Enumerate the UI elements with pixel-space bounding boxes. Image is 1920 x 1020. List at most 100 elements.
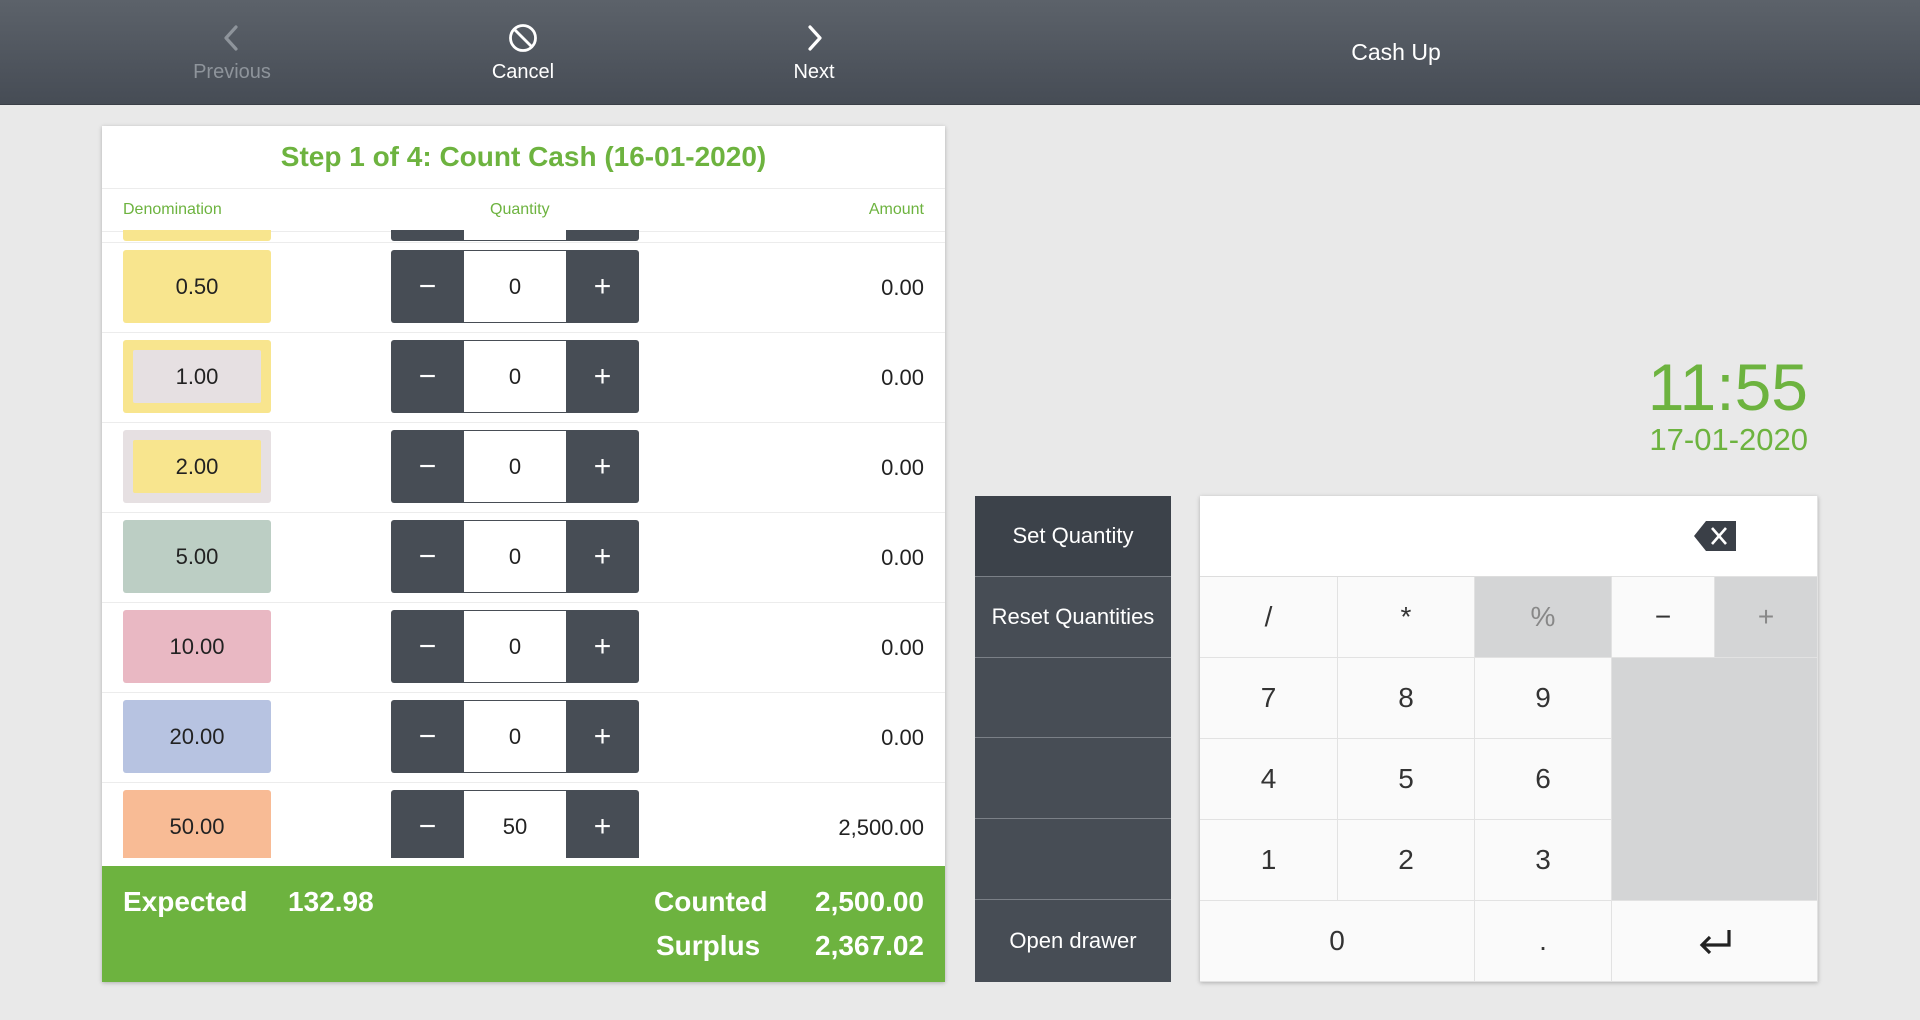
denomination-value: 10.00 xyxy=(169,633,225,659)
decrement-button[interactable]: − xyxy=(391,340,464,413)
denomination-tile xyxy=(123,230,271,241)
table-row: 1.00 − 0 + 0.00 xyxy=(102,333,945,423)
counted-value: 2,500.00 xyxy=(815,886,924,917)
key-6[interactable]: 6 xyxy=(1475,739,1612,820)
quantity-value[interactable]: 0 xyxy=(464,340,566,413)
increment-button[interactable]: + xyxy=(566,790,639,858)
denomination-tile[interactable]: 10.00 xyxy=(123,610,271,683)
next-button[interactable]: Next xyxy=(704,0,924,104)
percent-key[interactable]: % xyxy=(1475,577,1612,658)
quantity-value[interactable]: 50 xyxy=(464,790,566,858)
cash-summary: Expected 132.98 Counted 2,500.00 Surplus… xyxy=(102,866,945,982)
set-quantity-button[interactable]: Set Quantity xyxy=(975,496,1171,577)
decrement-button[interactable]: − xyxy=(391,520,464,593)
clock-time: 11:55 xyxy=(1647,350,1808,424)
next-label: Next xyxy=(793,60,835,83)
amount-value: 0.00 xyxy=(881,365,924,390)
surplus-label: Surplus xyxy=(656,930,761,961)
key-1[interactable]: 1 xyxy=(1200,820,1338,901)
key-2[interactable]: 2 xyxy=(1338,820,1475,901)
quantity-value[interactable]: 0 xyxy=(464,430,566,503)
header-amount: Amount xyxy=(868,201,924,218)
table-row: 5.00 − 0 + 0.00 xyxy=(102,513,945,603)
increment-button[interactable]: + xyxy=(566,340,639,413)
increment-button[interactable]: + xyxy=(566,250,639,323)
denomination-list[interactable]: 0.50 − 0 + 0.00 1.00 − 0 + 0.00 2.00 − 0… xyxy=(102,230,945,858)
increment-button[interactable]: + xyxy=(566,430,639,503)
cancel-icon xyxy=(509,23,537,52)
plus-key[interactable]: + xyxy=(1715,577,1818,658)
key-4[interactable]: 4 xyxy=(1200,739,1338,820)
quantity-value[interactable]: 0 xyxy=(464,250,566,323)
key-0[interactable]: 0 xyxy=(1200,901,1475,982)
amount-value: 0.00 xyxy=(881,725,924,750)
key-5[interactable]: 5 xyxy=(1338,739,1475,820)
denomination-tile[interactable]: 0.50 xyxy=(123,250,271,323)
denomination-value: 20.00 xyxy=(169,723,225,749)
denomination-tile[interactable]: 5.00 xyxy=(123,520,271,593)
screen-title: Cash Up xyxy=(1351,38,1441,65)
counted-label: Counted xyxy=(654,886,768,917)
table-row: 20.00 − 0 + 0.00 xyxy=(102,693,945,783)
enter-key[interactable] xyxy=(1612,901,1818,982)
decrement-button[interactable]: − xyxy=(391,430,464,503)
denomination-tile[interactable]: 2.00 xyxy=(123,430,271,503)
increment-button[interactable]: + xyxy=(566,700,639,773)
quantity-stepper xyxy=(391,230,639,241)
decrement-button[interactable] xyxy=(391,230,464,241)
top-bar: Previous Cancel Next Cash Up xyxy=(0,0,1920,105)
decrement-button[interactable]: − xyxy=(391,610,464,683)
increment-button[interactable]: + xyxy=(566,520,639,593)
quantity-stepper: − 50 + xyxy=(391,790,639,858)
table-row: 50.00 − 50 + 2,500.00 xyxy=(102,783,945,858)
cancel-button[interactable]: Cancel xyxy=(413,0,633,104)
amount-value: 0.00 xyxy=(881,545,924,570)
table-row: 0.50 − 0 + 0.00 xyxy=(102,243,945,333)
key-3[interactable]: 3 xyxy=(1475,820,1612,901)
denomination-tile[interactable]: 50.00 xyxy=(123,790,271,858)
keypad-display[interactable] xyxy=(1200,496,1613,577)
table-row-partial xyxy=(102,230,945,243)
divide-key[interactable]: / xyxy=(1200,577,1338,658)
empty-action-button-3 xyxy=(975,819,1171,901)
minus-key[interactable]: − xyxy=(1612,577,1715,658)
amount-value: 0.00 xyxy=(881,635,924,660)
enter-icon xyxy=(1699,930,1731,955)
blank-key-area xyxy=(1612,658,1818,901)
key-8[interactable]: 8 xyxy=(1338,658,1475,739)
amount-value: 0.00 xyxy=(881,275,924,300)
backspace-key[interactable] xyxy=(1612,496,1818,577)
action-buttons: Set Quantity Reset Quantities Open drawe… xyxy=(975,496,1171,982)
table-row: 2.00 − 0 + 0.00 xyxy=(102,423,945,513)
backspace-icon xyxy=(1693,521,1736,551)
amount-value: 0.00 xyxy=(881,455,924,480)
denomination-value: 2.00 xyxy=(175,453,219,479)
open-drawer-button[interactable]: Open drawer xyxy=(975,900,1171,982)
quantity-stepper: − 0 + xyxy=(391,430,639,503)
denomination-tile[interactable]: 1.00 xyxy=(123,340,271,413)
previous-button[interactable]: Previous xyxy=(122,0,342,104)
quantity-value[interactable]: 0 xyxy=(464,520,566,593)
numeric-keypad: / * % − + 7 8 9 4 5 6 1 2 3 0 . xyxy=(1200,496,1818,982)
key-9[interactable]: 9 xyxy=(1475,658,1612,739)
quantity-stepper: − 0 + xyxy=(391,250,639,323)
decimal-key[interactable]: . xyxy=(1475,901,1612,982)
increment-button[interactable] xyxy=(566,230,639,241)
reset-quantities-button[interactable]: Reset Quantities xyxy=(975,576,1171,658)
quantity-stepper: − 0 + xyxy=(391,610,639,683)
expected-label: Expected xyxy=(123,886,248,917)
multiply-key[interactable]: * xyxy=(1338,577,1475,658)
quantity-value[interactable]: 0 xyxy=(464,700,566,773)
empty-action-button-1 xyxy=(975,657,1171,739)
decrement-button[interactable]: − xyxy=(391,700,464,773)
clock-date: 17-01-2020 xyxy=(1649,422,1808,457)
key-7[interactable]: 7 xyxy=(1200,658,1338,739)
expected-value: 132.98 xyxy=(288,886,374,917)
decrement-button[interactable]: − xyxy=(391,250,464,323)
denomination-tile[interactable]: 20.00 xyxy=(123,700,271,773)
increment-button[interactable]: + xyxy=(566,610,639,683)
decrement-button[interactable]: − xyxy=(391,790,464,858)
denomination-value: 5.00 xyxy=(175,543,219,569)
quantity-value[interactable]: 0 xyxy=(464,610,566,683)
quantity-value xyxy=(464,230,566,241)
